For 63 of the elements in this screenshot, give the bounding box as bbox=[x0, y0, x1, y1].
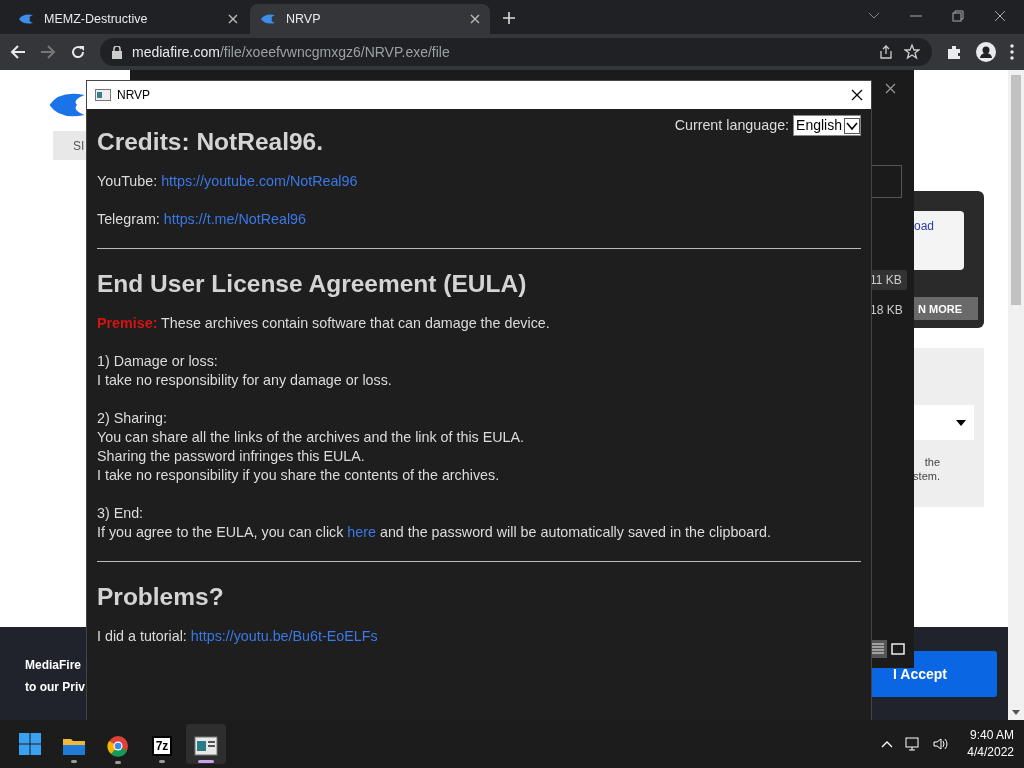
section-heading: End User License Agreement (EULA) bbox=[97, 269, 528, 299]
scrollbar[interactable] bbox=[1008, 70, 1024, 720]
taskbar-app[interactable] bbox=[186, 724, 226, 764]
forward-icon[interactable] bbox=[40, 44, 56, 60]
restore-icon[interactable] bbox=[952, 10, 964, 22]
link[interactable]: https://youtu.be/Bu6t-EoELFs bbox=[190, 628, 378, 644]
body-text: I take no responsibility for any damage or loss. bbox=[97, 371, 393, 390]
language-select[interactable]: English bbox=[793, 115, 861, 136]
chevron-up-icon[interactable] bbox=[881, 740, 894, 748]
body-text: 2) Sharing: bbox=[97, 409, 168, 428]
flame-icon bbox=[18, 13, 34, 25]
body-text: I did a tutorial: https://youtu.be/Bu6t-EoELFs bbox=[97, 627, 379, 646]
scroll-thumb[interactable] bbox=[1011, 75, 1021, 305]
taskbar-app[interactable]: 7z bbox=[142, 724, 182, 764]
close-icon[interactable] bbox=[228, 14, 238, 24]
flame-icon bbox=[260, 13, 276, 25]
close-icon[interactable] bbox=[885, 83, 896, 94]
banner-text: MediaFire to our Priv bbox=[25, 657, 85, 696]
lock-icon bbox=[112, 45, 122, 59]
body-text: 3) End: bbox=[97, 504, 145, 523]
menu-icon[interactable] bbox=[1010, 44, 1014, 60]
share-icon[interactable] bbox=[878, 44, 894, 60]
network-icon[interactable] bbox=[905, 737, 922, 751]
caret-icon bbox=[844, 117, 860, 134]
grid-view-icon[interactable] bbox=[889, 640, 907, 658]
body-text: 1) Damage or loss: bbox=[97, 352, 219, 371]
archiver-icon: 7z bbox=[151, 735, 173, 756]
body-text: Premise: These archives contain software that can damage the device. bbox=[97, 314, 551, 333]
reload-icon[interactable] bbox=[70, 44, 86, 60]
body-text: I take no responsibility if you share the contents of the archives. bbox=[97, 466, 501, 485]
puzzle-icon[interactable] bbox=[946, 44, 962, 60]
link[interactable]: https://youtube.com/NotReal96 bbox=[161, 173, 358, 189]
body-text: YouTube: https://youtube.com/NotReal96 bbox=[97, 172, 359, 191]
caret-icon bbox=[956, 419, 966, 426]
browser-icon bbox=[107, 734, 129, 757]
file-size: 18 KB bbox=[869, 302, 904, 319]
clock[interactable]: 9:40 AM 4/4/2022 bbox=[967, 727, 1014, 761]
browser-tab[interactable]: MEMZ-Destructive bbox=[8, 4, 248, 34]
volume-icon[interactable] bbox=[933, 737, 950, 751]
body-text: Sharing the password infringes this EULA. bbox=[97, 447, 366, 466]
note-text: the stem. bbox=[912, 455, 940, 483]
body-text: If you agree to the EULA, you can click here and the password will be automatically saved in the clipboard. bbox=[97, 523, 772, 542]
close-icon[interactable] bbox=[851, 89, 863, 101]
body-text: You can share all the links of the archives and the link of this EULA. bbox=[97, 428, 526, 447]
window-icon bbox=[194, 735, 218, 756]
link[interactable]: here bbox=[347, 524, 376, 540]
link[interactable]: https://t.me/NotReal96 bbox=[163, 211, 306, 227]
back-icon[interactable] bbox=[10, 44, 26, 60]
new-tab-icon[interactable] bbox=[502, 11, 516, 25]
start-icon bbox=[19, 733, 41, 755]
scroll-down-icon[interactable] bbox=[1012, 710, 1020, 715]
close-icon[interactable] bbox=[994, 10, 1006, 22]
profile-icon[interactable] bbox=[976, 42, 996, 62]
star-icon[interactable] bbox=[904, 44, 920, 60]
window-title: NRVP bbox=[117, 88, 152, 102]
window-icon bbox=[95, 89, 111, 101]
language-label: Current language: bbox=[674, 116, 790, 135]
chevron-down-icon[interactable] bbox=[868, 12, 880, 20]
close-icon[interactable] bbox=[470, 14, 480, 24]
section-heading: Problems? bbox=[97, 582, 225, 612]
address-bar[interactable]: mediafire.com/file/xoeefvwncgmxgz6/NRVP.exe/file bbox=[100, 38, 932, 66]
body-text: Telegram: https://t.me/NotReal96 bbox=[97, 210, 307, 229]
browser-tab[interactable]: NRVP bbox=[250, 4, 490, 34]
